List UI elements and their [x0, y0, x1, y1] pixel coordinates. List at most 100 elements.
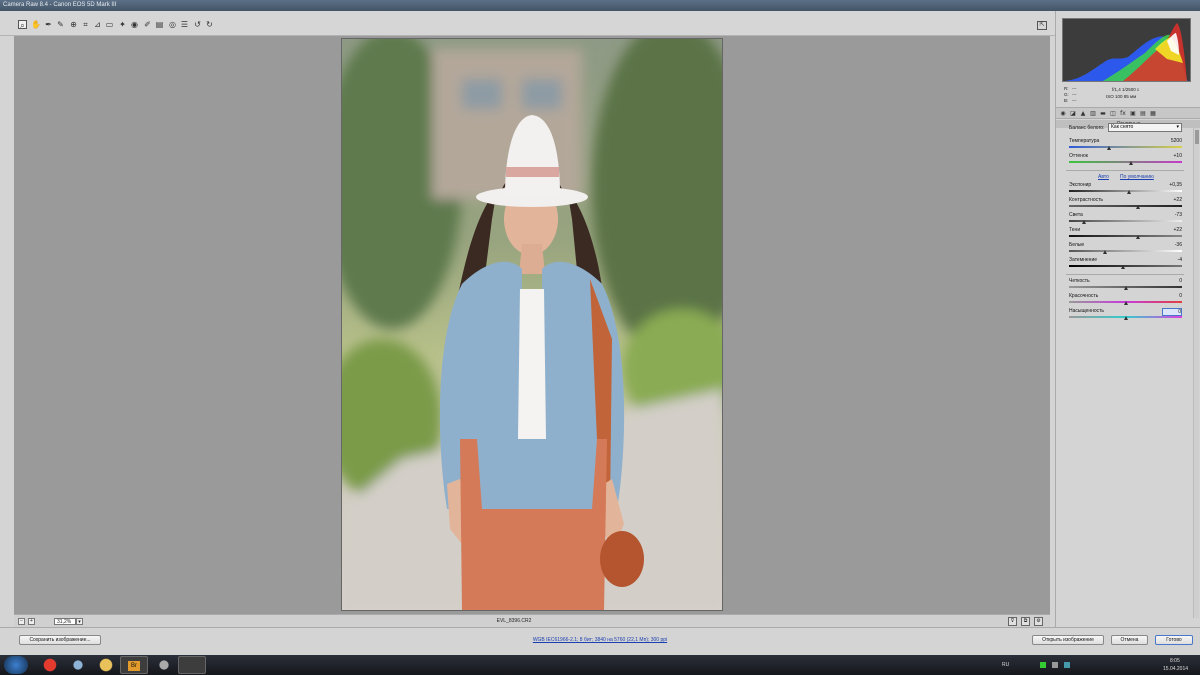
filter-icon[interactable]: ⊽	[1008, 617, 1017, 626]
slider-value-blacks[interactable]: -4	[1162, 257, 1182, 263]
auto-link[interactable]: Авто	[1098, 174, 1109, 180]
white-balance-select[interactable]: Как снято ▾	[1108, 123, 1182, 132]
preferences-icon[interactable]: ☰	[180, 20, 189, 29]
contrast-track[interactable]	[1069, 205, 1182, 207]
workflow-options-link[interactable]: WGB IEC61966-2.1; 8 бит; 3840 на 5760 (2…	[470, 637, 730, 643]
hand-tool-icon[interactable]: ✋	[31, 20, 41, 29]
rotate-right-icon[interactable]: ↻	[205, 20, 214, 29]
tab-detail-icon[interactable]: ▲	[1079, 110, 1087, 117]
transform-tool-icon[interactable]: ▭	[105, 20, 114, 29]
scroll-thumb[interactable]	[1195, 130, 1199, 144]
zoom-tool-icon[interactable]: ⌕	[18, 20, 27, 30]
zoom-level-field[interactable]: 31,2%	[54, 618, 76, 625]
tint-track[interactable]	[1069, 161, 1182, 163]
tray-icon[interactable]	[1064, 662, 1070, 668]
blacks-track[interactable]	[1069, 265, 1182, 267]
exif-iso-focal: ISO 100 85 мм	[1106, 94, 1137, 99]
open-image-button[interactable]: Открыть изображение	[1032, 635, 1104, 645]
tab-hsl-icon[interactable]: ▥	[1089, 110, 1097, 117]
graduated-filter-icon[interactable]: ▤	[155, 20, 164, 29]
adjustment-brush-icon[interactable]: ✐	[143, 20, 152, 29]
photo-preview[interactable]	[341, 38, 723, 611]
tab-effects-icon[interactable]: fx	[1119, 110, 1127, 117]
separator	[1066, 170, 1184, 171]
zoom-out-button[interactable]: −	[18, 618, 25, 625]
slider-value-temperature[interactable]: 5200	[1162, 138, 1182, 144]
tab-presets-icon[interactable]: ▤	[1139, 110, 1147, 117]
preview-settings-icon[interactable]: ⚙	[1034, 617, 1043, 626]
start-button[interactable]	[4, 656, 28, 674]
slider-value-saturation[interactable]: 0	[1162, 308, 1182, 316]
slider-value-whites[interactable]: -36	[1162, 242, 1182, 248]
before-after-icon[interactable]: ⧉	[1021, 617, 1030, 626]
highlights-thumb[interactable]	[1081, 220, 1086, 224]
slider-value-highlights[interactable]: -73	[1162, 212, 1182, 218]
taskbar: Br RU 8:05 15.04.2014	[0, 655, 1200, 675]
network-icon[interactable]	[1040, 662, 1046, 668]
rotate-left-icon[interactable]: ↺	[193, 20, 202, 29]
zoom-in-button[interactable]: +	[28, 618, 35, 625]
tab-split-toning-icon[interactable]: ▬	[1099, 110, 1107, 117]
clock-time[interactable]: 8:05	[1170, 658, 1180, 664]
slider-value-clarity[interactable]: 0	[1162, 278, 1182, 284]
opera-icon[interactable]	[36, 656, 64, 674]
explorer-icon[interactable]	[92, 656, 120, 674]
wb-label: Баланс белого:	[1069, 125, 1105, 131]
spot-removal-tool-icon[interactable]: ✦	[118, 20, 127, 29]
temperature-track[interactable]	[1069, 146, 1182, 148]
whites-track[interactable]	[1069, 250, 1182, 252]
tab-lens-icon[interactable]: ◫	[1109, 110, 1117, 117]
radial-filter-icon[interactable]: ◎	[168, 20, 177, 29]
clock-date[interactable]: 15.04.2014	[1163, 666, 1188, 672]
contrast-thumb[interactable]	[1135, 205, 1140, 209]
slider-value-contrast[interactable]: +22	[1162, 197, 1182, 203]
saturation-thumb[interactable]	[1123, 316, 1128, 320]
default-link[interactable]: По умолчанию	[1120, 174, 1154, 180]
blacks-thumb[interactable]	[1121, 265, 1126, 269]
language-indicator[interactable]: RU	[1002, 662, 1009, 668]
g-label: G:	[1064, 92, 1069, 97]
document-icon[interactable]	[64, 656, 92, 674]
fullscreen-toggle-icon[interactable]: ⇱	[1037, 21, 1047, 30]
tint-thumb[interactable]	[1129, 161, 1134, 165]
status-bar: − + 31,2% ▾ EVL_8396.CR2 ⊽ ⧉ ⚙	[14, 614, 1050, 627]
crop-tool-icon[interactable]: ⌗	[81, 20, 90, 29]
straighten-tool-icon[interactable]: ⊿	[93, 20, 102, 29]
histogram-graph	[1065, 23, 1188, 81]
bottom-bar: Сохранить изображение... WGB IEC61966-2.…	[0, 627, 1200, 655]
white-balance-tool-icon[interactable]: ✒	[44, 20, 53, 29]
tab-tone-curve-icon[interactable]: ◪	[1069, 110, 1077, 117]
tab-camera-calibration-icon[interactable]: ▣	[1129, 110, 1137, 117]
window-title: Camera Raw 8.4 - Canon EOS 5D Mark III	[0, 0, 1200, 11]
shadows-track[interactable]	[1069, 235, 1182, 237]
slider-value-exposure[interactable]: +0,35	[1162, 182, 1182, 188]
targeted-adjustment-tool-icon[interactable]: ⊕	[69, 20, 78, 29]
shadows-thumb[interactable]	[1135, 235, 1140, 239]
slider-value-shadows[interactable]: +22	[1162, 227, 1182, 233]
tab-snapshots-icon[interactable]: ▦	[1149, 110, 1157, 117]
tab-basic-icon[interactable]: ◉	[1059, 110, 1067, 117]
slider-value-tint[interactable]: +10	[1162, 153, 1182, 159]
app-icon[interactable]	[150, 656, 178, 674]
panel-scrollbar[interactable]	[1193, 128, 1199, 618]
camera-raw-window: Camera Raw 8.4 - Canon EOS 5D Mark III ⌕…	[0, 0, 1200, 655]
exposure-thumb[interactable]	[1126, 190, 1131, 194]
exposure-track[interactable]	[1069, 190, 1182, 192]
temperature-thumb[interactable]	[1106, 146, 1111, 150]
g-value: ---	[1072, 92, 1077, 97]
zoom-dropdown-icon[interactable]: ▾	[76, 618, 83, 625]
whites-thumb[interactable]	[1103, 250, 1108, 254]
red-eye-tool-icon[interactable]: ◉	[130, 20, 139, 29]
photoshop-active-icon[interactable]	[178, 656, 206, 674]
slider-label-clarity: Четкость	[1069, 278, 1090, 284]
bridge-icon[interactable]: Br	[120, 656, 148, 674]
volume-icon[interactable]	[1052, 662, 1058, 668]
color-sampler-tool-icon[interactable]: ✎	[56, 20, 65, 29]
save-image-button[interactable]: Сохранить изображение...	[19, 635, 101, 645]
clarity-thumb[interactable]	[1123, 286, 1128, 290]
slider-value-vibrance[interactable]: 0	[1162, 293, 1182, 299]
highlights-track[interactable]	[1069, 220, 1182, 222]
done-button[interactable]: Готово	[1155, 635, 1193, 645]
cancel-button[interactable]: Отмена	[1111, 635, 1148, 645]
vibrance-thumb[interactable]	[1123, 301, 1128, 305]
